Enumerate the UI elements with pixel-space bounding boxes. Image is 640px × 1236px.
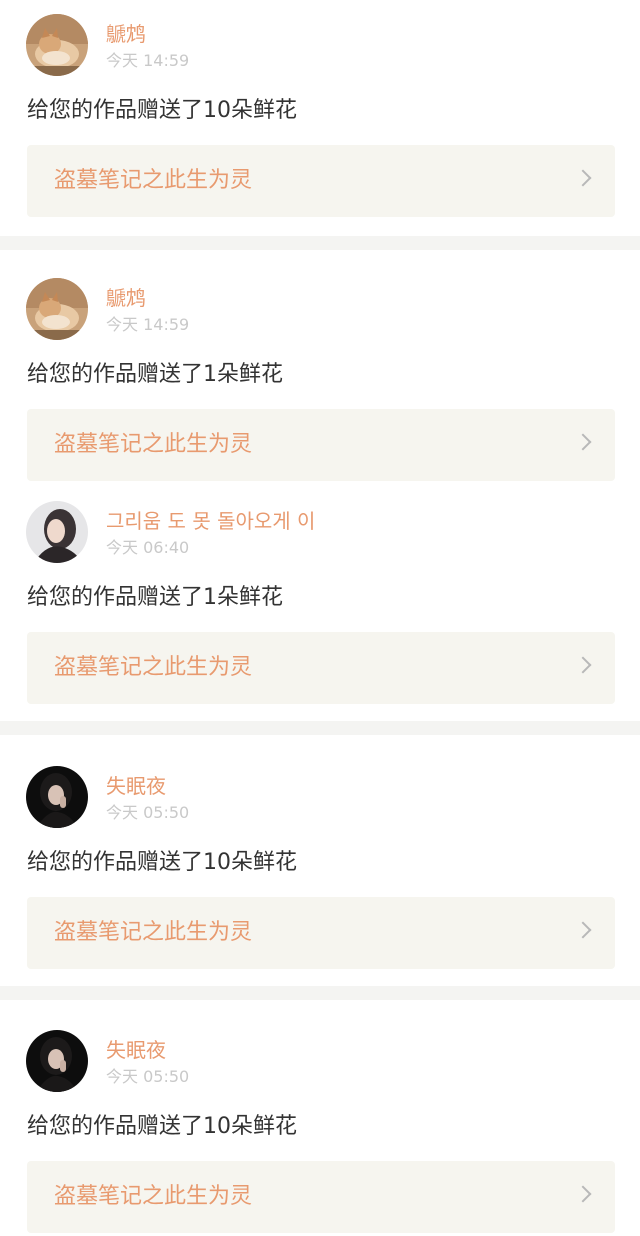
notification-item: 失眠夜 今天 05:50 给您的作品赠送了10朵鲜花 盗墓笔记之此生为灵 — [0, 1000, 640, 1236]
chevron-right-icon — [574, 169, 592, 187]
work-title: 盗墓笔记之此生为灵 — [54, 168, 253, 193]
chevron-right-icon — [574, 433, 592, 451]
user-avatar[interactable] — [26, 501, 88, 563]
chevron-right-icon — [574, 1185, 592, 1203]
username[interactable]: 鷈鸩 — [106, 22, 146, 46]
timestamp: 今天 06:40 — [106, 538, 190, 557]
user-avatar[interactable] — [26, 278, 88, 340]
girl-avatar-icon — [26, 501, 88, 563]
username[interactable]: 失眠夜 — [106, 774, 166, 798]
timestamp: 今天 05:50 — [106, 803, 190, 822]
gift-message: 给您的作品赠送了10朵鲜花 — [27, 98, 297, 123]
cat-avatar-icon — [26, 278, 88, 340]
work-link[interactable]: 盗墓笔记之此生为灵 — [27, 897, 615, 969]
user-avatar[interactable] — [26, 14, 88, 76]
timestamp: 今天 14:59 — [106, 315, 190, 334]
section-separator — [0, 236, 640, 250]
section-separator — [0, 986, 640, 1000]
notification-item: 鷈鸩 今天 14:59 给您的作品赠送了10朵鲜花 盗墓笔记之此生为灵 — [0, 0, 640, 236]
work-title: 盗墓笔记之此生为灵 — [54, 1184, 253, 1209]
notification-item: 鷈鸩 今天 14:59 给您的作品赠送了1朵鲜花 盗墓笔记之此生为灵 — [0, 250, 640, 482]
work-link[interactable]: 盗墓笔记之此生为灵 — [27, 409, 615, 481]
dark-portrait-avatar-icon — [26, 766, 88, 828]
user-avatar[interactable] — [26, 766, 88, 828]
chevron-right-icon — [574, 921, 592, 939]
gift-message: 给您的作品赠送了10朵鲜花 — [27, 1114, 297, 1139]
notification-item: 失眠夜 今天 05:50 给您的作品赠送了10朵鲜花 盗墓笔记之此生为灵 — [0, 735, 640, 986]
gift-message: 给您的作品赠送了1朵鲜花 — [27, 362, 283, 387]
timestamp: 今天 05:50 — [106, 1067, 190, 1086]
work-link[interactable]: 盗墓笔记之此生为灵 — [27, 1161, 615, 1233]
username[interactable]: 失眠夜 — [106, 1038, 166, 1062]
chevron-right-icon — [574, 656, 592, 674]
timestamp: 今天 14:59 — [106, 51, 190, 70]
username[interactable]: 그리움 도 못 돌아오게 이 — [106, 509, 315, 533]
cat-avatar-icon — [26, 14, 88, 76]
work-title: 盗墓笔记之此生为灵 — [54, 432, 253, 457]
gift-message: 给您的作品赠送了10朵鲜花 — [27, 850, 297, 875]
dark-portrait-avatar-icon — [26, 1030, 88, 1092]
notification-item: 그리움 도 못 돌아오게 이 今天 06:40 给您的作品赠送了1朵鲜花 盗墓笔… — [0, 482, 640, 721]
section-separator — [0, 721, 640, 735]
work-link[interactable]: 盗墓笔记之此生为灵 — [27, 632, 615, 704]
work-link[interactable]: 盗墓笔记之此生为灵 — [27, 145, 615, 217]
user-avatar[interactable] — [26, 1030, 88, 1092]
username[interactable]: 鷈鸩 — [106, 286, 146, 310]
work-title: 盗墓笔记之此生为灵 — [54, 920, 253, 945]
gift-message: 给您的作品赠送了1朵鲜花 — [27, 585, 283, 610]
work-title: 盗墓笔记之此生为灵 — [54, 655, 253, 680]
